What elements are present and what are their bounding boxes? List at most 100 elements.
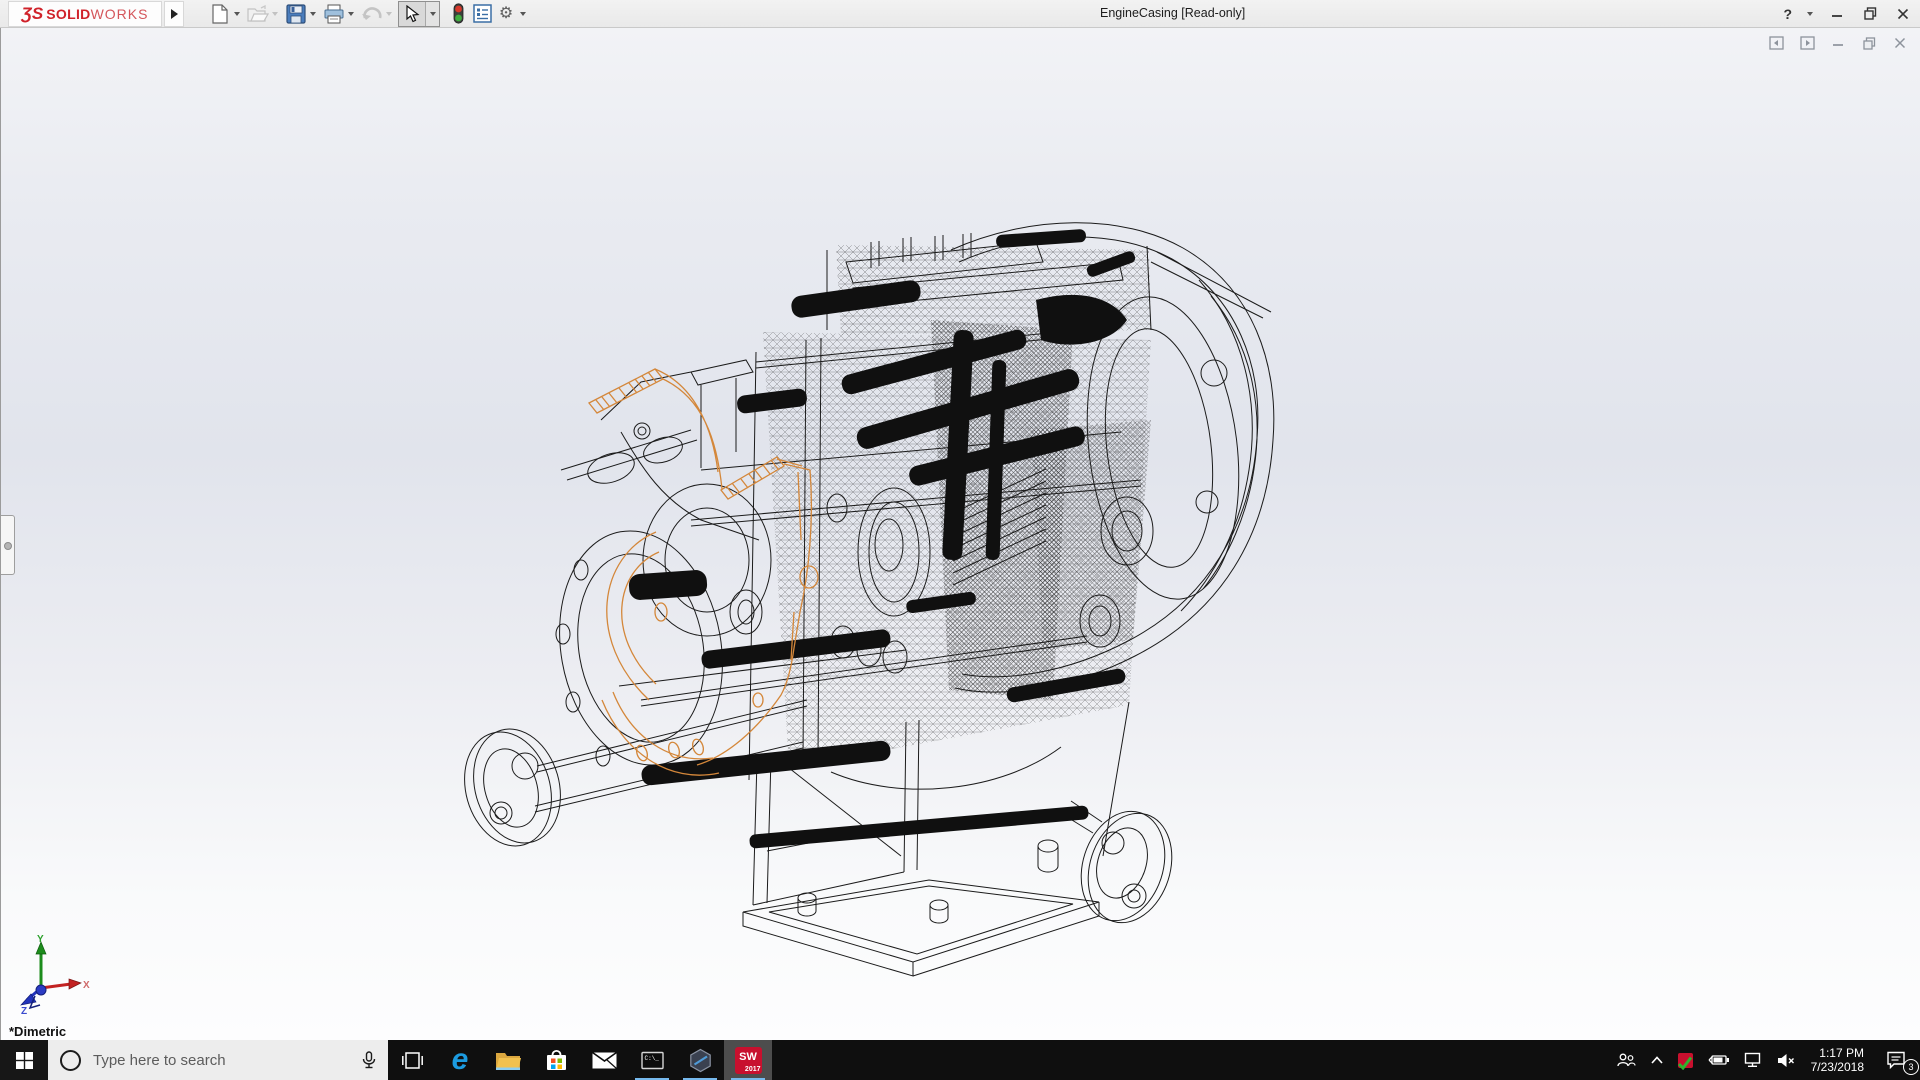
taskbar-clock[interactable]: 1:17 PM 7/23/2018 [1803,1046,1872,1074]
taskbar-item-mail[interactable] [580,1040,628,1080]
windows-taskbar: e [0,1040,1920,1080]
action-center-button[interactable]: 3 [1872,1040,1920,1080]
print-button[interactable] [322,2,346,26]
pane-next-button[interactable] [1798,35,1816,51]
document-restore-icon [1863,37,1876,50]
notification-badge: 3 [1903,1059,1919,1075]
select-dropdown-caret-icon [430,12,436,16]
undo-button[interactable] [360,2,384,26]
brand-text-solid: SOLID [46,6,90,22]
people-icon [1617,1052,1636,1068]
show-hidden-icons-button[interactable] [1643,1040,1671,1080]
command-prompt-icon: C:\_ [641,1051,664,1070]
pane-previous-button[interactable] [1767,35,1785,51]
task-view-icon [402,1052,423,1069]
print-icon [323,4,345,24]
search-input[interactable] [91,1051,360,1070]
feature-panel-collapse-tab[interactable] [1,515,15,575]
cmd-prompt-text: C:\_ [644,1055,659,1062]
microphone-icon[interactable] [360,1051,378,1069]
volume-button[interactable] [1770,1040,1803,1080]
taskbar-item-store[interactable] [532,1040,580,1080]
new-document-dropdown[interactable] [234,12,240,16]
traffic-light-icon [452,3,465,24]
document-minimize-button[interactable] [1829,35,1847,51]
document-title: EngineCasing [Read-only] [1100,0,1245,27]
store-icon [545,1048,568,1072]
chevron-up-icon [1650,1055,1664,1065]
windows-start-icon [16,1052,33,1069]
taskbar-search[interactable] [48,1040,388,1080]
save-dropdown[interactable] [310,12,316,16]
solidworks-icon-label: SW [739,1051,757,1063]
orientation-triad: Y X Z [13,934,91,1014]
taskbar-item-3d-viewer[interactable] [676,1040,724,1080]
new-document-button[interactable] [208,2,232,26]
open-dropdown[interactable] [272,12,278,16]
taskbar-item-command-prompt[interactable]: C:\_ [628,1040,676,1080]
file-explorer-icon [495,1050,521,1071]
3d-viewer-icon [688,1048,713,1073]
options-dropdown[interactable] [520,12,526,16]
solidworks-logo-mark-icon: ƷS [22,4,44,24]
document-close-icon [1894,37,1906,49]
gear-icon: ⚙ [499,6,513,22]
title-bar: ƷS SOLIDWORKS [0,0,1920,28]
save-button[interactable] [284,2,308,26]
graphics-area[interactable]: Y X Z *Dimetric [0,27,1920,1040]
task-view-button[interactable] [388,1040,436,1080]
help-icon: ? [1783,6,1792,22]
taskbar-item-edge[interactable]: e [436,1040,484,1080]
rebuild-button[interactable] [446,2,470,26]
minimize-button[interactable] [1828,5,1846,23]
clock-date: 7/23/2018 [1811,1060,1864,1074]
clock-time: 1:17 PM [1819,1046,1864,1060]
open-icon [247,5,269,23]
mail-icon [592,1052,617,1069]
minimize-icon [1831,8,1843,20]
window-controls: ? [1783,0,1912,27]
print-dropdown[interactable] [348,12,354,16]
battery-button[interactable] [1700,1040,1737,1080]
system-tray: 1:17 PM 7/23/2018 3 [1610,1040,1920,1080]
wireframe-mesh-right [1031,420,1151,650]
network-icon [1744,1052,1763,1068]
volume-muted-icon [1777,1053,1796,1068]
file-properties-icon [473,4,492,23]
select-tool-button[interactable] [399,2,425,26]
cortana-icon [60,1050,81,1071]
document-close-button[interactable] [1891,35,1909,51]
select-cursor-icon [405,5,420,23]
solidworks-logo: ƷS SOLIDWORKS [8,1,162,27]
select-tool-dropdown[interactable] [425,2,439,26]
pane-previous-icon [1769,36,1784,50]
solidworks-app-icon: SW 2017 [735,1047,762,1074]
help-button[interactable]: ? [1783,5,1792,23]
triad-x-label: X [83,980,90,991]
open-button[interactable] [246,2,270,26]
pane-next-icon [1800,36,1815,50]
solidworks-tray-button[interactable] [1671,1040,1700,1080]
file-properties-button[interactable] [470,2,494,26]
close-button[interactable] [1894,5,1912,23]
taskbar-item-solidworks[interactable]: SW 2017 [724,1040,772,1080]
document-restore-button[interactable] [1860,35,1878,51]
check-icon [1676,1055,1694,1070]
collapse-tab-dot-icon [4,542,12,550]
view-orientation-label: *Dimetric [9,1024,66,1039]
document-minimize-icon [1832,37,1844,49]
people-button[interactable] [1610,1040,1643,1080]
undo-dropdown[interactable] [386,12,392,16]
network-button[interactable] [1737,1040,1770,1080]
help-dropdown[interactable] [1807,12,1813,16]
start-button[interactable] [0,1040,48,1080]
engine-casing-wireframe-model[interactable] [1,27,1920,1040]
options-button[interactable]: ⚙ [494,2,518,26]
solidworks-tray-icon [1678,1053,1693,1068]
restore-button[interactable] [1861,5,1879,23]
solidworks-icon-year: 2017 [745,1066,761,1073]
close-icon [1897,8,1909,20]
brand-text-works: WORKS [91,6,149,22]
menu-expand-button[interactable] [164,1,184,27]
taskbar-item-file-explorer[interactable] [484,1040,532,1080]
